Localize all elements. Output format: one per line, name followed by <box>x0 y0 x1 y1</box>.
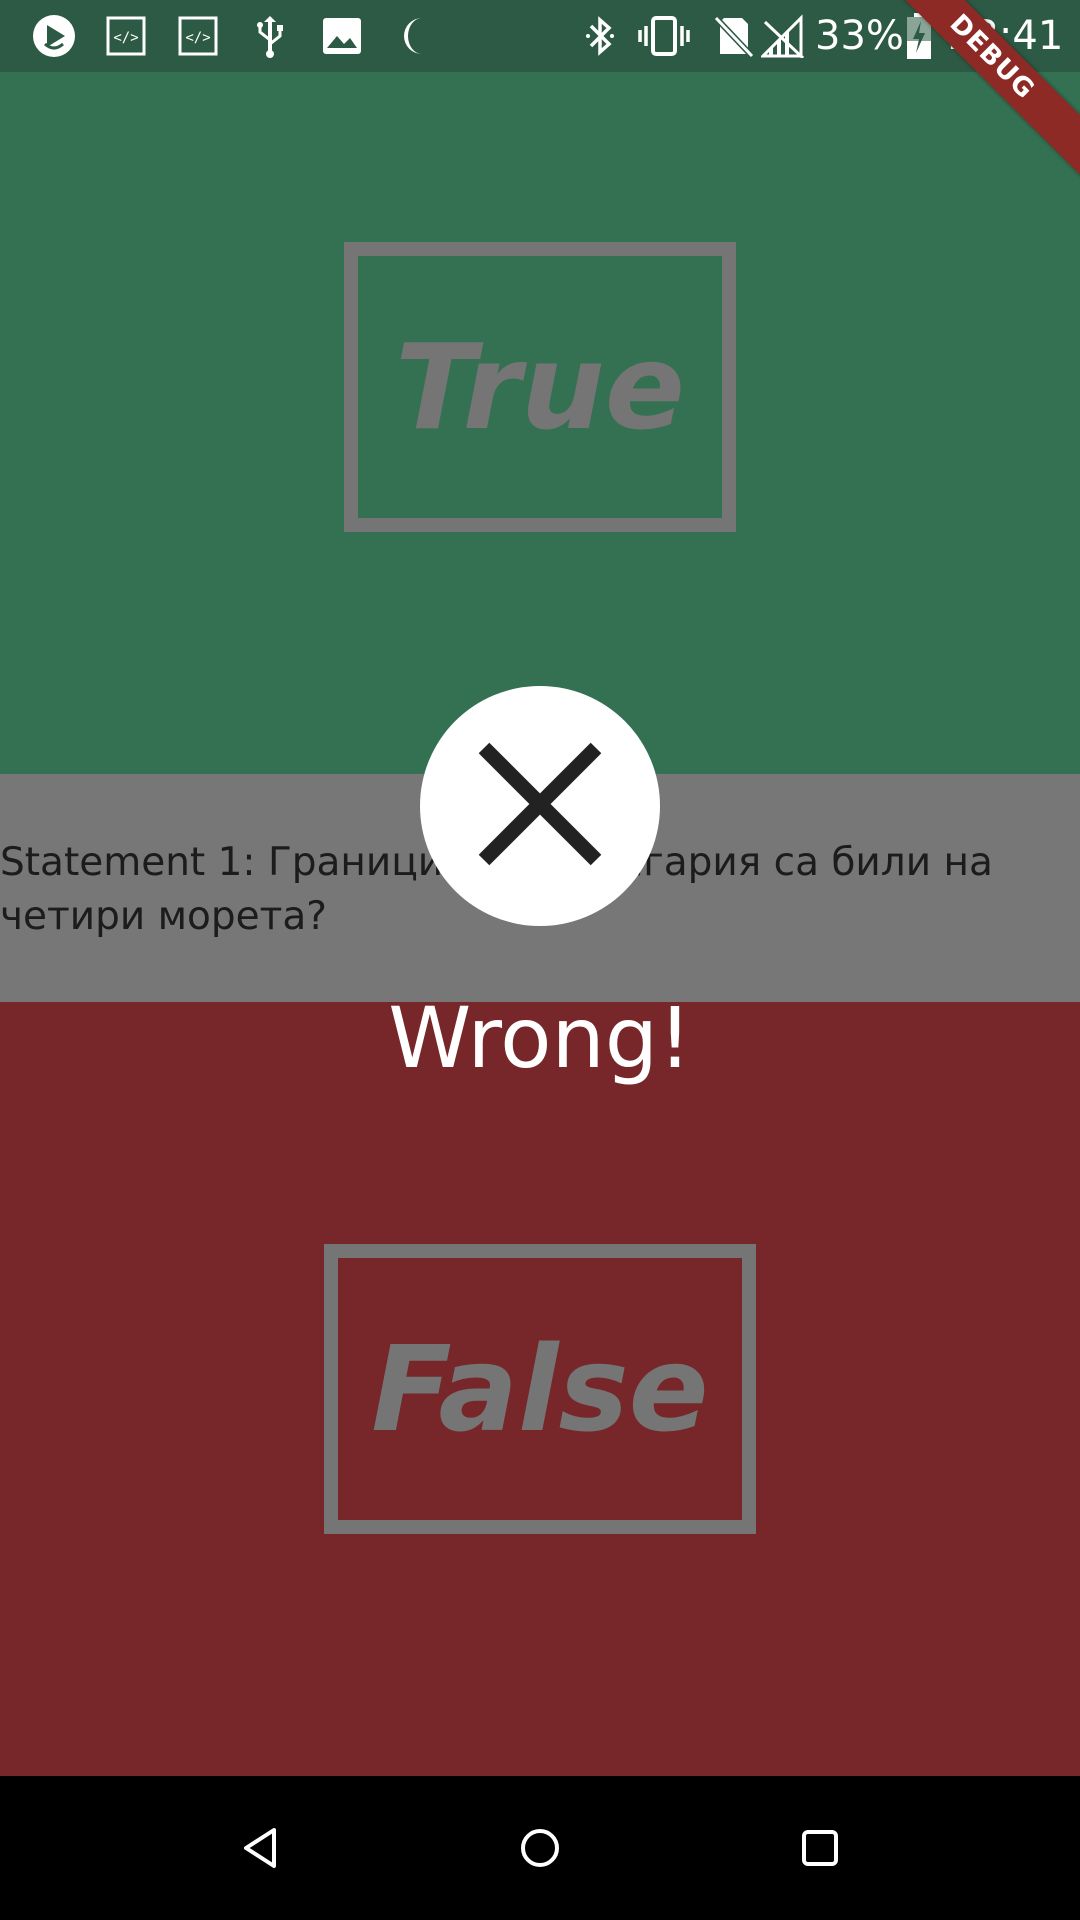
no-sim-icon <box>712 12 756 60</box>
vibrate-icon <box>636 12 692 60</box>
svg-text:</>: </> <box>185 30 210 46</box>
home-icon[interactable] <box>510 1818 570 1878</box>
moon-icon <box>394 12 434 60</box>
svg-text:</>: </> <box>113 30 138 46</box>
code-icon: </> <box>176 12 220 60</box>
usb-icon <box>248 12 292 60</box>
false-answer-area[interactable]: False <box>0 1002 1080 1776</box>
false-button-label: False <box>371 1320 709 1458</box>
back-icon[interactable] <box>230 1818 290 1878</box>
play-notification-icon <box>30 12 78 60</box>
image-icon <box>320 12 364 60</box>
no-signal-icon <box>760 12 806 60</box>
wrong-feedback-circle <box>420 686 660 926</box>
true-button-label: True <box>395 318 685 456</box>
code-icon: </> <box>104 12 148 60</box>
true-answer-area[interactable]: True <box>0 72 1080 774</box>
navigation-bar <box>0 1776 1080 1920</box>
recents-icon[interactable] <box>790 1818 850 1878</box>
close-icon <box>470 734 610 878</box>
true-button[interactable]: True <box>344 242 736 532</box>
feedback-message: Wrong! <box>388 989 692 1087</box>
false-button[interactable]: False <box>324 1244 756 1534</box>
bluetooth-icon <box>580 12 620 60</box>
battery-percent: 33% <box>815 13 904 59</box>
